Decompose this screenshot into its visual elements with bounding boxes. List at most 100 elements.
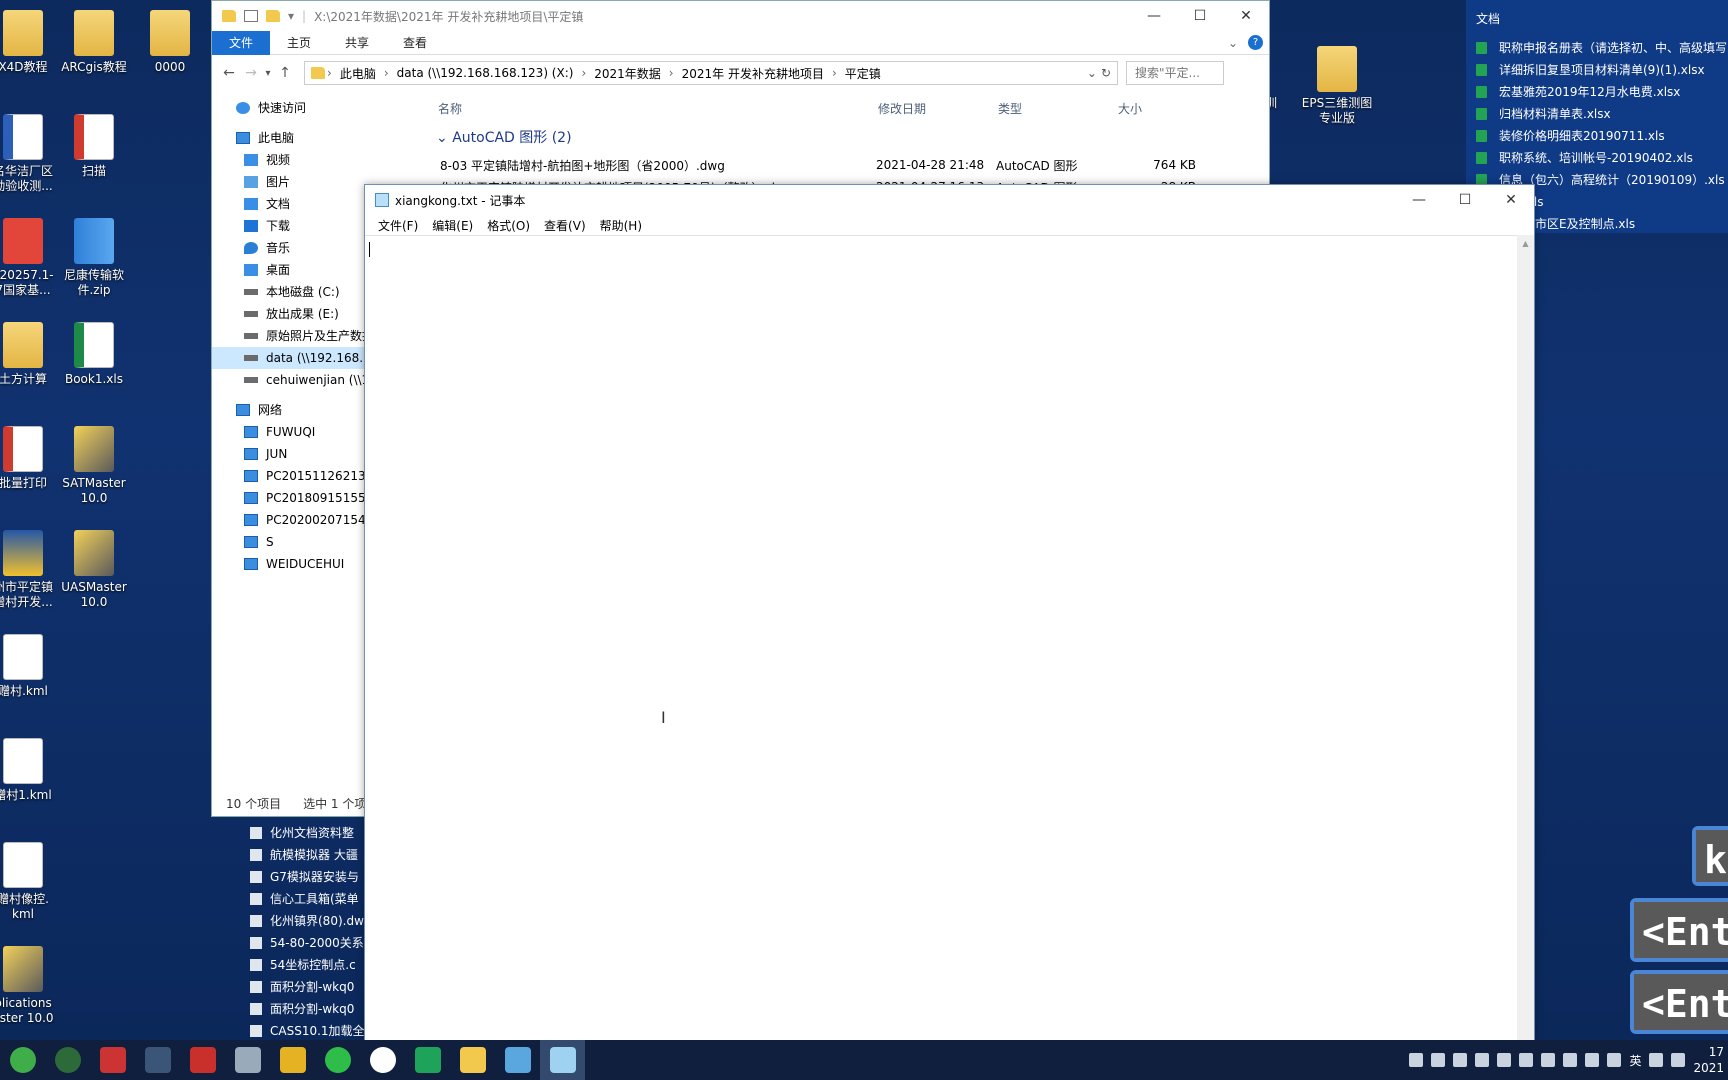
address-bar[interactable]: › 此电脑 › data (\\192.168.168.123) (X:) › 20… [304, 61, 1118, 85]
taskbar-app-wechat[interactable] [315, 1040, 360, 1080]
tab-view[interactable]: 查看 [386, 31, 444, 55]
menu-file[interactable]: 文件(F) [371, 217, 425, 234]
column-size[interactable]: 大小 [1112, 97, 1192, 121]
column-date[interactable]: 修改日期 [872, 97, 992, 121]
taskbar-app-globe[interactable] [135, 1040, 180, 1080]
breadcrumb-this-pc[interactable]: 此电脑 [334, 65, 382, 82]
tray-icon[interactable] [1475, 1053, 1490, 1067]
breadcrumb-project[interactable]: 2021年 开发补充耕地项目 [676, 65, 830, 82]
maximize-button[interactable]: ☐ [1442, 185, 1488, 215]
minimize-button[interactable]: — [1396, 185, 1442, 215]
help-icon[interactable]: ? [1248, 35, 1263, 50]
taskbar-app-autocad[interactable] [180, 1040, 225, 1080]
forward-arrow-icon[interactable]: → [240, 65, 262, 81]
column-type[interactable]: 类型 [992, 97, 1112, 121]
desktop-icon-applications[interactable]: plications aster 10.0 [0, 946, 68, 1026]
desktop-icon-uasmaster[interactable]: UASMaster 10.0 [49, 530, 139, 610]
clock[interactable]: 17 2021 [1693, 1044, 1724, 1076]
desktop-icon-scan[interactable]: 扫描 [49, 114, 139, 179]
desktop-icon-nikon-zip[interactable]: 尼康传输软 件.zip [49, 218, 139, 298]
properties-icon[interactable] [244, 10, 258, 22]
tray-icon[interactable] [1541, 1053, 1556, 1067]
wechat-tray-icon[interactable] [1563, 1053, 1578, 1067]
breadcrumb-drive[interactable]: data (\\192.168.168.123) (X:) [391, 66, 580, 80]
cloud-icon[interactable] [1519, 1053, 1534, 1067]
taskbar-app-notepad[interactable] [540, 1040, 585, 1080]
desktop-icon-satmaster[interactable]: SATMaster 10.0 [49, 426, 139, 506]
doc-item[interactable]: 宏基雅苑2019年12月水电费.xlsx [1466, 81, 1728, 103]
doc-item[interactable]: 归档材料清单表.xlsx [1466, 103, 1728, 125]
shield-icon[interactable] [1409, 1053, 1424, 1067]
desktop-icon-kml-control[interactable]: 赠村像控. kml [0, 842, 68, 922]
tray-icon[interactable] [1453, 1053, 1468, 1067]
taskbar-app-ring[interactable] [45, 1040, 90, 1080]
scroll-up-icon[interactable]: ▲ [1517, 235, 1534, 252]
doc-item[interactable]: 职称申报名册表（请选择初、中、高级填写 [1466, 37, 1728, 59]
file-group-header[interactable]: ⌄ AutoCAD 图形 (2) [436, 127, 572, 147]
up-arrow-icon[interactable]: ↑ [274, 65, 296, 81]
folder-icon [3, 322, 43, 368]
nav-this-pc[interactable]: 此电脑 [212, 127, 430, 149]
keyboard-icon[interactable] [1649, 1053, 1664, 1067]
taskbar-app-yellow[interactable] [270, 1040, 315, 1080]
taskbar-app-explorer[interactable] [450, 1040, 495, 1080]
menu-view[interactable]: 查看(V) [537, 217, 593, 234]
breadcrumb-pingding[interactable]: 平定镇 [839, 65, 887, 82]
qq-icon[interactable] [1671, 1053, 1686, 1067]
breadcrumb-2021-data[interactable]: 2021年数据 [588, 65, 667, 82]
text-editor[interactable]: I [365, 235, 1518, 1040]
list-item[interactable]: G7模拟器安装与 [250, 866, 366, 888]
list-item[interactable]: 航模模拟器 大疆 [250, 844, 366, 866]
list-item[interactable]: 信心工具箱(菜单 [250, 888, 366, 910]
close-button[interactable]: ✕ [1488, 185, 1534, 215]
desktop-icon-0000[interactable]: 0000 [125, 10, 215, 75]
taskbar-app-round[interactable] [360, 1040, 405, 1080]
ribbon-expand-icon[interactable]: ⌄ [1228, 36, 1238, 50]
address-dropdown-icon[interactable]: ⌄ [1087, 66, 1101, 80]
doc-item[interactable]: 详细拆旧复垦项目材料清单(9)(1).xlsx [1466, 59, 1728, 81]
list-item[interactable]: 化州镇界(80).dw [250, 910, 366, 932]
new-folder-icon[interactable] [266, 10, 280, 22]
tab-share[interactable]: 共享 [328, 31, 386, 55]
tray-icon[interactable] [1497, 1053, 1512, 1067]
table-row[interactable]: 8-03 平定镇陆增村-航拍图+地形图（省2000）.dwg 2021-04-2… [436, 154, 1266, 176]
list-item[interactable]: 面积分割-wkq0 [250, 998, 366, 1020]
refresh-icon[interactable]: ↻ [1101, 66, 1117, 80]
taskbar-app-tool[interactable] [495, 1040, 540, 1080]
close-button[interactable]: ✕ [1223, 1, 1269, 31]
nav-quick-access[interactable]: 快速访问 [212, 97, 430, 119]
desktop-icon-eps[interactable]: EPS三维测图 专业版 [1292, 46, 1382, 126]
menu-edit[interactable]: 编辑(E) [425, 217, 480, 234]
list-item[interactable]: 54坐标控制点.c [250, 954, 366, 976]
nav-videos[interactable]: 视频 [212, 149, 430, 171]
list-item[interactable]: 面积分割-wkq0 [250, 976, 366, 998]
list-item[interactable]: CASS10.1加载全 [250, 1020, 366, 1042]
menu-help[interactable]: 帮助(H) [593, 217, 649, 234]
menu-format[interactable]: 格式(O) [480, 217, 537, 234]
list-item[interactable]: 化州文档资料整 [250, 822, 366, 844]
desktop-icon-book1[interactable]: Book1.xls [49, 322, 139, 387]
tab-file[interactable]: 文件 [212, 30, 271, 55]
tab-home[interactable]: 主页 [270, 31, 328, 55]
input-language[interactable]: 英 [1629, 1052, 1641, 1069]
doc-item[interactable]: 职称系统、培训帐号-20190402.xls [1466, 147, 1728, 169]
network-icon[interactable] [1585, 1053, 1600, 1067]
desktop-icon-kml[interactable]: 赠村.kml [0, 634, 68, 699]
taskbar-app-v[interactable] [90, 1040, 135, 1080]
desktop-icon-kml1[interactable]: 赠村1.kml [0, 738, 68, 803]
taskbar-app-360[interactable] [0, 1040, 45, 1080]
quick-access-dropdown-icon[interactable]: ▾ [288, 9, 294, 23]
list-item[interactable]: 54-80-2000关系 [250, 932, 366, 954]
doc-item[interactable]: 装修价格明细表20190711.xls [1466, 125, 1728, 147]
column-name[interactable]: 名称 [432, 97, 872, 121]
vertical-scrollbar[interactable]: ▲ [1517, 235, 1534, 1040]
maximize-button[interactable]: ☐ [1177, 1, 1223, 31]
volume-icon[interactable] [1607, 1053, 1622, 1067]
search-input[interactable]: 搜索"平定... [1126, 61, 1224, 85]
taskbar-app-remote[interactable] [225, 1040, 270, 1080]
minimize-button[interactable]: — [1131, 1, 1177, 31]
back-arrow-icon[interactable]: ← [218, 65, 240, 81]
history-dropdown-icon[interactable]: ▾ [262, 68, 274, 79]
tray-icon[interactable] [1431, 1053, 1446, 1067]
taskbar-app-wps-sheet[interactable] [405, 1040, 450, 1080]
